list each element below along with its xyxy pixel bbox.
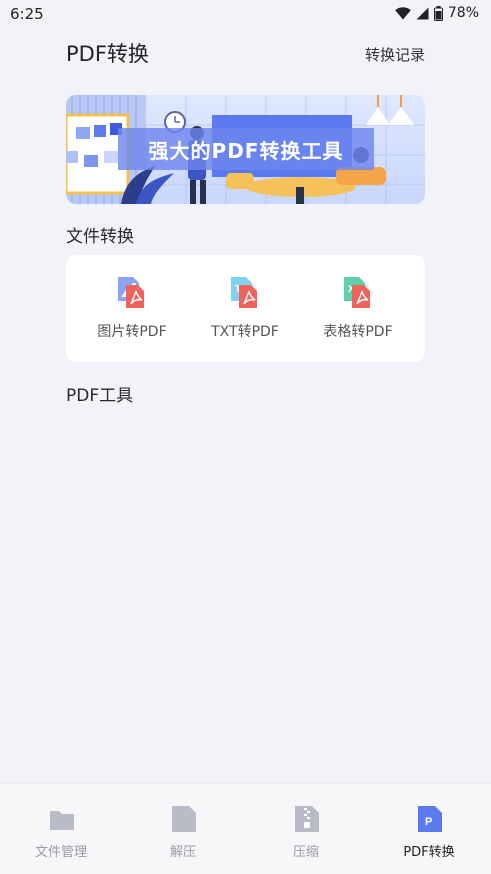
tab-pdf-convert[interactable]: P PDF转换 — [368, 784, 490, 874]
status-bar: 6:25 78% — [0, 0, 491, 28]
bottom-nav: 文件管理 解压 压缩 P PDF转换 — [0, 783, 491, 874]
tab-file-manager[interactable]: 文件管理 — [0, 784, 122, 874]
excel-to-pdf-label: 表格转PDF — [323, 324, 393, 340]
tab-pdf-convert-label: PDF转换 — [403, 845, 455, 860]
tab-unzip-label: 解压 — [169, 845, 196, 860]
page-title: PDF转换 — [66, 42, 149, 66]
header: PDF转换 转换记录 — [66, 38, 425, 68]
battery-icon — [433, 5, 443, 21]
txt-to-pdf-icon: T — [227, 275, 261, 309]
wifi-icon — [395, 6, 411, 20]
tab-unzip[interactable]: 解压 — [122, 784, 244, 874]
zip-file-icon — [294, 805, 320, 833]
image-to-pdf-label: 图片转PDF — [97, 324, 167, 340]
excel-to-pdf-icon: X — [340, 275, 374, 309]
txt-to-pdf-label: TXT转PDF — [211, 324, 279, 340]
image-to-pdf-button[interactable]: 图片转PDF — [72, 255, 192, 362]
status-time: 6:25 — [10, 5, 44, 23]
section-title-pdf-tools: PDF工具 — [66, 386, 134, 406]
txt-to-pdf-button[interactable]: T TXT转PDF — [185, 255, 305, 362]
file-icon — [171, 805, 197, 833]
file-convert-card: 图片转PDF T TXT转PDF X 表格转PDF — [66, 255, 425, 362]
excel-to-pdf-button[interactable]: X 表格转PDF — [298, 255, 418, 362]
promo-banner[interactable]: 强大的PDF转换工具 — [66, 95, 425, 204]
pdf-file-icon: P — [417, 805, 443, 833]
tab-file-manager-label: 文件管理 — [34, 845, 87, 860]
tab-compress-label: 压缩 — [292, 845, 319, 860]
cellular-signal-icon — [416, 7, 429, 20]
svg-text:P: P — [425, 816, 432, 828]
banner-caption: 强大的PDF转换工具 — [118, 128, 374, 170]
tab-compress[interactable]: 压缩 — [245, 784, 367, 874]
image-to-pdf-icon — [114, 275, 148, 309]
folder-icon — [49, 805, 75, 833]
section-title-file-convert: 文件转换 — [66, 227, 134, 247]
conversion-history-link[interactable]: 转换记录 — [365, 44, 425, 65]
battery-percent: 78% — [447, 5, 479, 21]
